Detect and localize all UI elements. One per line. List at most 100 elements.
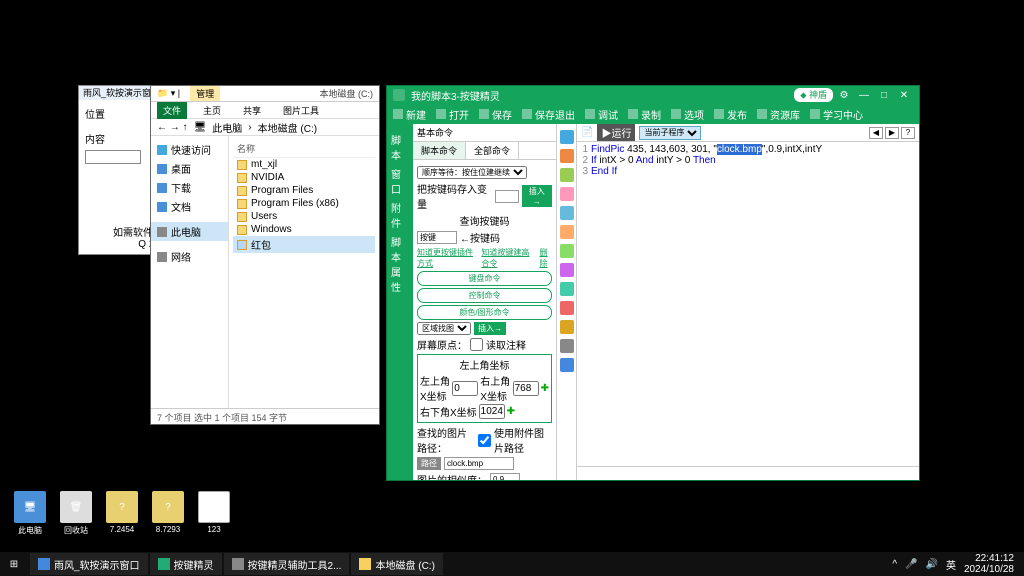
- nav-window[interactable]: 窗口: [391, 164, 409, 190]
- tb-learn[interactable]: 学习中心: [810, 107, 863, 122]
- region-dropdown[interactable]: 区域找图: [417, 322, 471, 335]
- breadcrumb-drive[interactable]: 本地磁盘 (C:): [258, 120, 317, 135]
- ribbon-view[interactable]: 图片工具: [277, 102, 325, 119]
- tray-up-icon[interactable]: ^: [892, 559, 897, 570]
- tool-icon[interactable]: [560, 244, 574, 258]
- settings-icon[interactable]: ⚙: [835, 88, 853, 102]
- task-item[interactable]: 按键精灵辅助工具2...: [224, 553, 350, 575]
- var-input[interactable]: [495, 190, 519, 203]
- file-item[interactable]: 红包: [233, 236, 375, 253]
- tool-icon[interactable]: [560, 358, 574, 372]
- sidebar-downloads[interactable]: 下载: [151, 178, 228, 197]
- tray-clock[interactable]: 22:41:12 2024/10/28: [964, 553, 1014, 575]
- desktop-thispc[interactable]: 🖥此电脑: [14, 491, 46, 536]
- nav-attachment[interactable]: 附件: [391, 198, 409, 224]
- sub-dropdown[interactable]: 当前子程序: [639, 126, 701, 140]
- tb-publish[interactable]: 发布: [714, 107, 747, 122]
- tb-new[interactable]: 新建: [393, 107, 426, 122]
- shield-badge[interactable]: ⬥ 神盾: [794, 88, 833, 102]
- link-help[interactable]: 知道按键建高合令: [481, 247, 531, 269]
- tb-saveexit[interactable]: 保存退出: [522, 107, 575, 122]
- pic-path-input[interactable]: [444, 457, 514, 470]
- sidebar-quickaccess[interactable]: 快速访问: [151, 140, 228, 159]
- tb-record[interactable]: 录制: [628, 107, 661, 122]
- file-item[interactable]: NVIDIA: [233, 171, 375, 184]
- btn-color[interactable]: 颜色/图形命令: [417, 305, 552, 320]
- tool-icon[interactable]: [560, 130, 574, 144]
- nav-prev[interactable]: ◀: [869, 127, 883, 139]
- code-tab-icon[interactable]: 📄: [581, 127, 593, 138]
- tool-icon[interactable]: [560, 263, 574, 277]
- app-toolbar: 新建 打开 保存 保存退出 调试 录制 选项 发布 资源库 学习中心: [387, 104, 919, 124]
- tray-sound-icon[interactable]: 🔊: [925, 559, 937, 570]
- nav-help[interactable]: ?: [901, 127, 915, 139]
- nav-script[interactable]: 脚本: [391, 130, 409, 156]
- demo-input[interactable]: [85, 150, 141, 164]
- desktop-file1[interactable]: ?7.2454: [106, 491, 138, 536]
- explorer-manage-tab[interactable]: 管理: [190, 86, 220, 101]
- coord-try[interactable]: [513, 381, 539, 396]
- tool-icon[interactable]: [560, 168, 574, 182]
- tool-icon[interactable]: [560, 282, 574, 296]
- insert-button[interactable]: 插入→: [522, 185, 552, 207]
- tb-library[interactable]: 资源库: [757, 107, 800, 122]
- ribbon-file[interactable]: 文件: [157, 102, 187, 119]
- tray-ime[interactable]: 英: [946, 557, 956, 572]
- sidebar-network[interactable]: 网络: [151, 247, 228, 266]
- key-input[interactable]: [417, 231, 457, 244]
- coord-bly[interactable]: [479, 404, 505, 419]
- nav-props[interactable]: 脚本属性: [391, 232, 409, 258]
- file-item[interactable]: mt_xjl: [233, 158, 375, 171]
- code-editor[interactable]: 123 FindPic 435, 143,603, 301, "clock.bm…: [577, 142, 919, 466]
- wait-dropdown[interactable]: 顺序等待：按住位建继续: [417, 166, 527, 179]
- desktop-file3[interactable]: 123: [198, 491, 230, 536]
- tab-all-cmd[interactable]: 全部命令: [466, 142, 519, 159]
- desktop-file2[interactable]: ?8.7293: [152, 491, 184, 536]
- task-item[interactable]: 按键精灵: [150, 553, 222, 575]
- task-item[interactable]: 雨风_软按演示窗口: [30, 553, 148, 575]
- close-button[interactable]: ✕: [895, 88, 913, 102]
- annotation-check[interactable]: [470, 338, 483, 351]
- h-scrollbar[interactable]: [577, 466, 919, 480]
- tb-debug[interactable]: 调试: [585, 107, 618, 122]
- tool-icon[interactable]: [560, 320, 574, 334]
- tray-mic-icon[interactable]: 🎤: [905, 559, 917, 570]
- ribbon-home[interactable]: 主页: [197, 102, 227, 119]
- tool-icon[interactable]: [560, 301, 574, 315]
- breadcrumb-pc[interactable]: 此电脑: [212, 120, 242, 135]
- btn-control[interactable]: 控制命令: [417, 288, 552, 303]
- tab-basic-cmd[interactable]: 脚本命令: [413, 142, 466, 159]
- browse-button[interactable]: 路径: [417, 457, 441, 470]
- btn-keyboard[interactable]: 键盘命令: [417, 271, 552, 286]
- tb-open[interactable]: 打开: [436, 107, 469, 122]
- tool-icon[interactable]: [560, 339, 574, 353]
- file-item[interactable]: Users: [233, 210, 375, 223]
- link-config[interactable]: 知道更按键插件方式: [417, 247, 473, 269]
- tb-save[interactable]: 保存: [479, 107, 512, 122]
- file-item[interactable]: Windows: [233, 223, 375, 236]
- coord-tlx[interactable]: [452, 381, 478, 396]
- use-attachment-check[interactable]: [478, 434, 491, 447]
- similarity-input[interactable]: [490, 473, 520, 480]
- minimize-button[interactable]: —: [855, 88, 873, 102]
- sidebar-docs[interactable]: 文档: [151, 197, 228, 216]
- sidebar-thispc[interactable]: 此电脑: [151, 222, 228, 241]
- code-run[interactable]: ▶运行: [597, 124, 635, 141]
- file-item[interactable]: Program Files: [233, 184, 375, 197]
- desktop-recycle[interactable]: 🗑回收站: [60, 491, 92, 536]
- tool-icon[interactable]: [560, 149, 574, 163]
- maximize-button[interactable]: □: [875, 88, 893, 102]
- tool-icon[interactable]: [560, 225, 574, 239]
- nav-next[interactable]: ▶: [885, 127, 899, 139]
- tool-icon[interactable]: [560, 187, 574, 201]
- tool-icon[interactable]: [560, 206, 574, 220]
- start-button[interactable]: ⊞: [0, 552, 28, 576]
- tb-options[interactable]: 选项: [671, 107, 704, 122]
- task-item[interactable]: 本地磁盘 (C:): [351, 553, 442, 575]
- link-del[interactable]: 删除: [540, 247, 552, 269]
- column-name[interactable]: 名称: [233, 140, 375, 158]
- insert2-button[interactable]: 插入→: [474, 322, 506, 335]
- ribbon-share[interactable]: 共享: [237, 102, 267, 119]
- sidebar-desktop[interactable]: 桌面: [151, 159, 228, 178]
- file-item[interactable]: Program Files (x86): [233, 197, 375, 210]
